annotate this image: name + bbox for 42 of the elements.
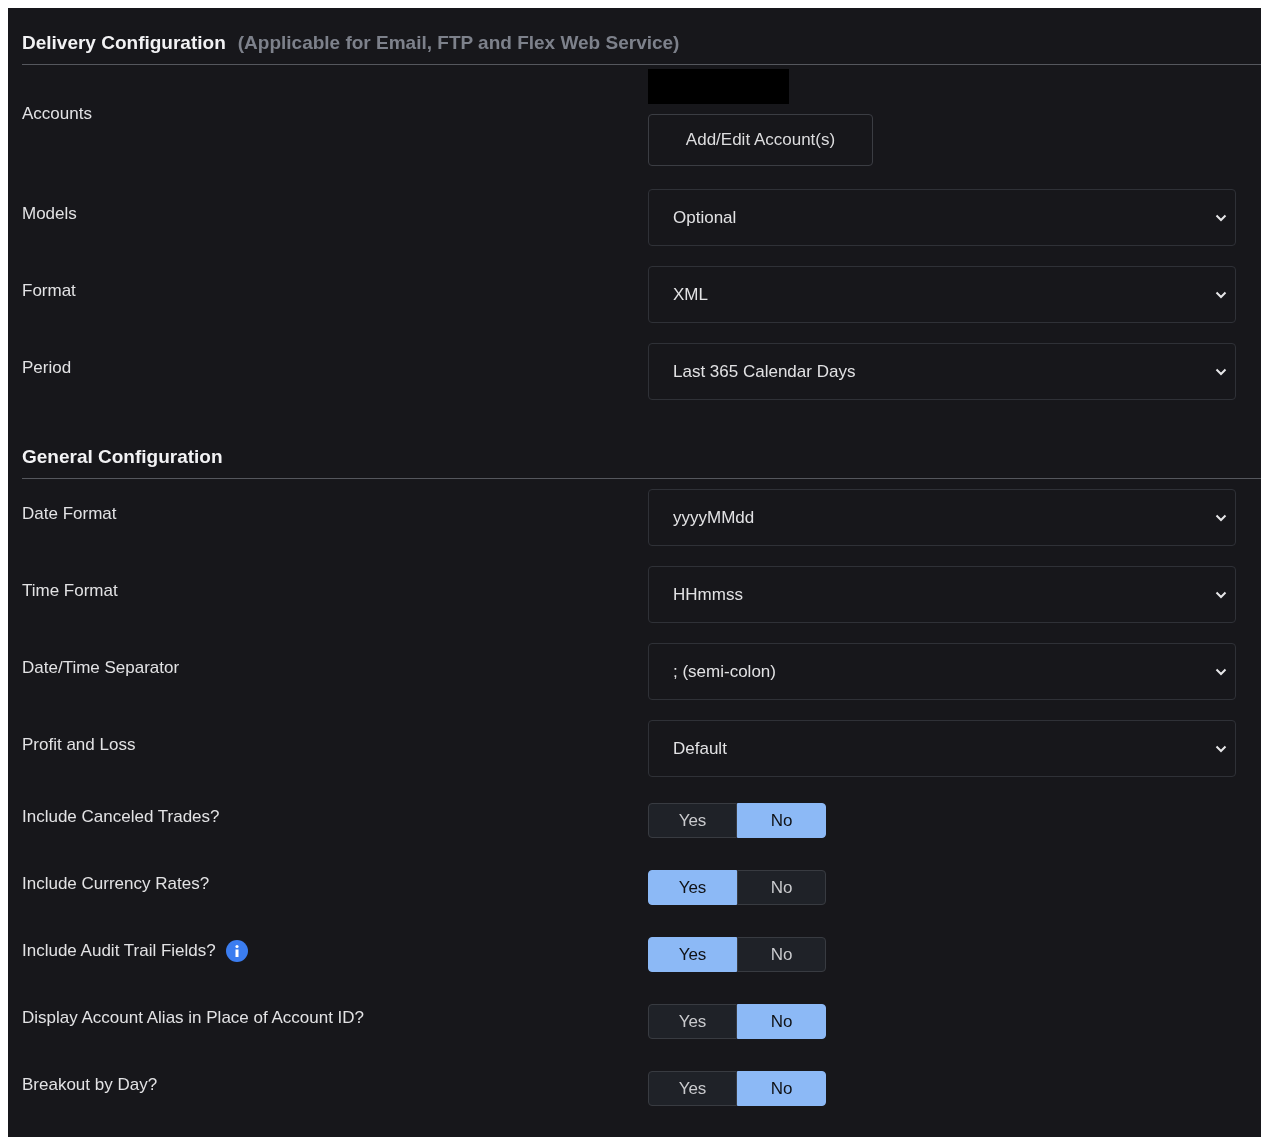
dropdown-field[interactable]: Optional xyxy=(648,189,1236,246)
dropdown-field[interactable]: Last 365 Calendar Days xyxy=(648,343,1236,400)
field-label: Breakout by Day? xyxy=(22,1074,158,1095)
toggle-option[interactable]: Yes xyxy=(648,937,737,972)
section-subtitle: (Applicable for Email, FTP and Flex Web Service) xyxy=(237,32,680,54)
chevron-down-icon xyxy=(1215,667,1227,676)
chevron-down-icon xyxy=(1215,367,1227,376)
toggle-option[interactable]: Yes xyxy=(648,1004,737,1039)
chevron-down-icon xyxy=(1215,590,1227,599)
field-label: Include Canceled Trades? xyxy=(22,806,220,827)
field-label: Models xyxy=(22,203,77,224)
toggle-option[interactable]: No xyxy=(737,1004,826,1039)
field-label: Accounts xyxy=(22,103,92,124)
add-edit-accounts-button[interactable]: Add/Edit Account(s) xyxy=(648,114,873,166)
field-label: Date Format xyxy=(22,503,117,524)
field-label: Period xyxy=(22,357,72,378)
dropdown-field[interactable]: yyyyMMdd xyxy=(648,489,1236,546)
toggle-option[interactable]: Yes xyxy=(648,1071,737,1106)
toggle-option[interactable]: No xyxy=(737,803,826,838)
toggle-option[interactable]: Yes xyxy=(648,870,737,905)
field-label: Display Account Alias in Place of Account ID? xyxy=(22,1007,365,1028)
toggle-option[interactable]: No xyxy=(737,870,826,905)
chevron-down-icon xyxy=(1215,213,1227,222)
toggle-option[interactable]: No xyxy=(737,937,826,972)
field-label: Include Currency Rates? xyxy=(22,873,210,894)
dropdown-field[interactable]: ; (semi-colon) xyxy=(648,643,1236,700)
section-title: General Configuration xyxy=(22,446,223,468)
toggle-option[interactable]: Yes xyxy=(648,803,737,838)
dropdown-field[interactable]: XML xyxy=(648,266,1236,323)
field-label: Include Audit Trail Fields? xyxy=(22,940,216,961)
chevron-down-icon xyxy=(1215,744,1227,753)
dropdown-field[interactable]: Default xyxy=(648,720,1236,777)
section-title: Delivery Configuration xyxy=(22,32,226,54)
field-label: Date/Time Separator xyxy=(22,657,180,678)
chevron-down-icon xyxy=(1215,290,1227,299)
info-icon[interactable] xyxy=(225,939,248,962)
toggle-option[interactable]: No xyxy=(737,1071,826,1106)
chevron-down-icon xyxy=(1215,513,1227,522)
field-label: Format xyxy=(22,280,76,301)
field-label: Profit and Loss xyxy=(22,734,136,755)
dropdown-field[interactable]: HHmmss xyxy=(648,566,1236,623)
field-label: Time Format xyxy=(22,580,118,601)
